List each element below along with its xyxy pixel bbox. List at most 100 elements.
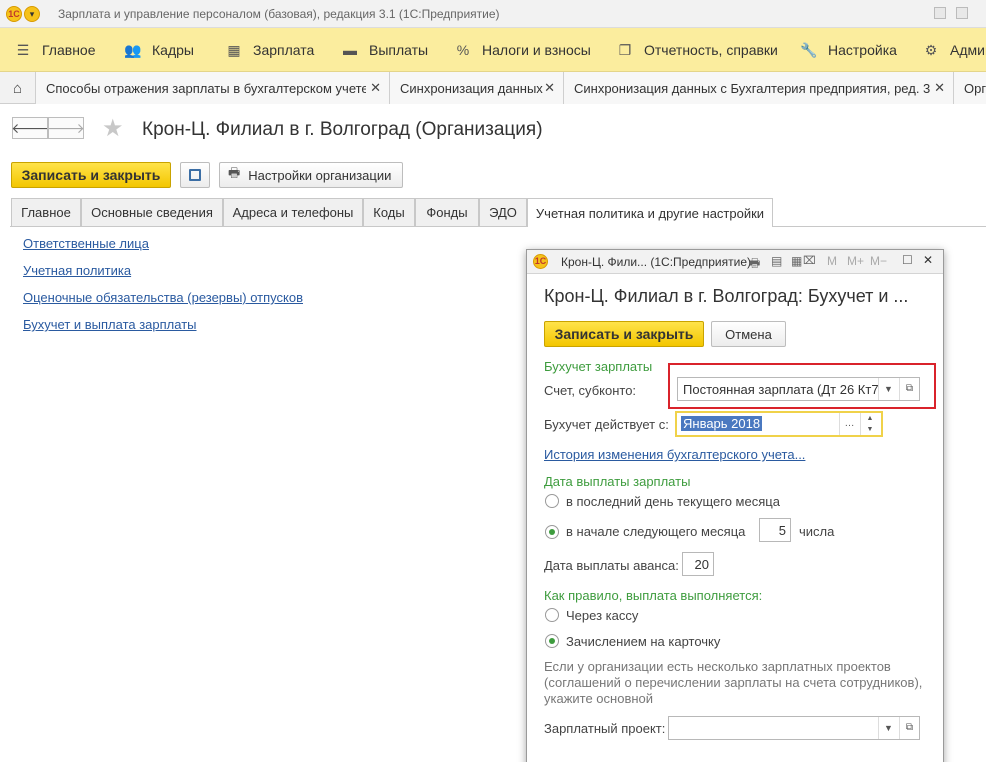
salary-project-field[interactable]: ▼ ⧉ — [668, 716, 920, 740]
home-icon: ⌂ — [12, 79, 23, 97]
chevron-down-icon[interactable]: ▼ — [878, 378, 898, 400]
close-icon[interactable]: ✕ — [370, 80, 381, 96]
main-menu: ☰ Главное 👥 Кадры ▦ Зарплата ▬ Выплаты % Нало… — [0, 28, 986, 72]
choose-icon[interactable]: … — [839, 413, 859, 435]
open-icon[interactable]: ⧉ — [899, 378, 919, 400]
radio-cash[interactable] — [545, 608, 559, 622]
valid-from-label: Бухучет действует с: — [544, 417, 669, 432]
save-button[interactable] — [180, 162, 210, 188]
radio-cash-label: Через кассу — [566, 608, 639, 623]
tab-addresses[interactable]: Адреса и телефоны — [223, 198, 363, 226]
favorite-star-icon[interactable]: ★ — [102, 114, 124, 143]
arrow-left-icon: 🡐 — [11, 119, 49, 136]
save-and-close-button[interactable]: Записать и закрыть — [11, 162, 171, 188]
app-menu-button[interactable]: ▾ — [24, 6, 40, 22]
salary-project-label: Зарплатный проект: — [544, 721, 666, 736]
menu-item-salary[interactable]: ▦ Зарплата — [225, 28, 314, 72]
calc-icon[interactable]: ⌧ — [803, 254, 816, 267]
menu-item-payments[interactable]: ▬ Выплаты — [341, 28, 428, 72]
radio-last-day[interactable] — [545, 494, 559, 508]
section-payroll-accounting: Бухучет зарплаты — [544, 359, 653, 374]
app-logo-icon: 1С — [533, 254, 548, 269]
hamburger-icon: ☰ — [16, 41, 30, 58]
radio-next-month-label: в начале следующего месяца — [566, 524, 746, 539]
payroll-accounting-dialog: 1С Крон-Ц. Фили... (1С:Предприятие) 🖶 ▤ … — [526, 249, 944, 762]
floppy-icon — [189, 169, 201, 181]
advance-label: Дата выплаты аванса: — [544, 558, 679, 573]
memory-plus-icon[interactable]: M+ — [847, 254, 864, 268]
close-icon[interactable]: ✕ — [544, 80, 555, 96]
wallet-icon: ▬ — [343, 42, 357, 58]
tab-divider — [10, 226, 986, 227]
dialog-cancel-button[interactable]: Отмена — [711, 321, 786, 347]
print-icon[interactable]: 🖶 — [749, 254, 760, 275]
radio-card-label: Зачислением на карточку — [566, 634, 721, 649]
printer-icon: 🖶 — [228, 165, 241, 180]
home-button[interactable]: ⌂ — [0, 72, 36, 104]
menu-item-reports[interactable]: ❐ Отчетность, справки — [616, 28, 778, 72]
open-tab-4[interactable]: Организации — [954, 72, 986, 104]
link-accounting-policy[interactable]: Учетная политика — [23, 263, 131, 278]
tab-basic-info[interactable]: Основные сведения — [81, 198, 223, 226]
calendar-icon[interactable]: ▦ — [791, 254, 802, 268]
radio-next-month[interactable] — [545, 525, 559, 539]
save-icon[interactable] — [934, 7, 946, 19]
memory-m-icon[interactable]: M — [827, 254, 837, 268]
menu-item-personnel[interactable]: 👥 Кадры — [124, 28, 194, 72]
link-responsible-persons[interactable]: Ответственные лица — [23, 236, 149, 251]
organization-settings-button[interactable]: 🖶 Настройки организации — [219, 162, 403, 188]
account-subconto-field[interactable]: Постоянная зарплата (Дт 26 Кт70) ▼ ⧉ — [677, 377, 920, 401]
menu-item-settings[interactable]: 🔧 Настройка — [800, 28, 897, 72]
calculator-icon: ▦ — [227, 41, 241, 58]
section-pay-method: Как правило, выплата выполняется: — [544, 588, 763, 603]
open-tab-2[interactable]: Синхронизация данных ✕ — [390, 72, 564, 104]
gear-icon: ⚙ — [924, 41, 938, 58]
percent-icon: % — [456, 42, 470, 58]
app-logo-icon: 1С — [6, 6, 22, 22]
memory-minus-icon[interactable]: M− — [870, 254, 887, 268]
close-icon[interactable]: ✕ — [934, 80, 945, 96]
print-icon[interactable] — [956, 7, 968, 19]
radio-last-day-label: в последний день текущего месяца — [566, 494, 780, 509]
close-icon[interactable]: ✕ — [923, 253, 933, 267]
advance-day-field[interactable]: 20 — [682, 552, 714, 576]
account-label: Счет, субконто: — [544, 383, 637, 398]
tab-edo[interactable]: ЭДО — [479, 198, 527, 226]
section-pay-date: Дата выплаты зарплаты — [544, 474, 691, 489]
pay-day-field[interactable]: 5 — [759, 518, 791, 542]
maximize-icon[interactable]: ☐ — [902, 253, 913, 267]
dialog-save-and-close-button[interactable]: Записать и закрыть — [544, 321, 704, 347]
salary-project-note: Если у организации есть несколько зарпла… — [544, 659, 923, 706]
open-tab-3[interactable]: Синхронизация данных с Бухгалтерия предп… — [564, 72, 954, 104]
dialog-titlebar: 1С Крон-Ц. Фили... (1С:Предприятие) 🖶 ▤ … — [527, 250, 943, 274]
form-title: Крон-Ц. Филиал в г. Волгоград (Организац… — [142, 119, 543, 140]
tab-accounting-policy[interactable]: Учетная политика и другие настройки — [527, 198, 773, 227]
window-titlebar: 1С ▾ Зарплата и управление персоналом (б… — [0, 0, 986, 28]
history-link[interactable]: История изменения бухгалтерского учета..… — [544, 447, 805, 462]
save-icon[interactable]: ▤ — [771, 254, 782, 268]
tab-funds[interactable]: Фонды — [415, 198, 479, 226]
link-vacation-reserves[interactable]: Оценочные обязательства (резервы) отпуск… — [23, 290, 303, 305]
window-title: Зарплата и управление персоналом (базова… — [58, 7, 500, 21]
arrow-right-icon: 🡒 — [47, 119, 85, 136]
tab-main[interactable]: Главное — [11, 198, 81, 226]
spin-icon[interactable]: ▲ ▼ — [860, 413, 879, 435]
back-button[interactable]: 🡐 — [11, 117, 49, 139]
menu-item-main[interactable]: ☰ Главное — [14, 28, 96, 72]
people-icon: 👥 — [124, 41, 142, 58]
radio-card[interactable] — [545, 634, 559, 648]
menu-item-taxes[interactable]: % Налоги и взносы — [454, 28, 591, 72]
open-icon[interactable]: ⧉ — [899, 717, 919, 739]
valid-from-field[interactable]: Январь 2018 … ▲ ▼ — [675, 411, 883, 437]
dialog-window-title: Крон-Ц. Фили... (1С:Предприятие) — [561, 255, 751, 269]
chevron-down-icon[interactable]: ▼ — [878, 717, 898, 739]
open-windows-bar: ⌂ Способы отражения зарплаты в бухгалтер… — [0, 72, 986, 104]
link-payroll-accounting[interactable]: Бухучет и выплата зарплаты — [23, 317, 197, 332]
day-unit-label: числа — [799, 524, 835, 539]
forward-button[interactable]: 🡒 — [47, 117, 85, 139]
open-tab-1[interactable]: Способы отражения зарплаты в бухгалтерск… — [36, 72, 390, 104]
menu-item-administration[interactable]: ⚙Администрирование — [922, 28, 986, 72]
wrench-icon: 🔧 — [800, 41, 818, 58]
tab-codes[interactable]: Коды — [363, 198, 415, 226]
dialog-heading: Крон-Ц. Филиал в г. Волгоград: Бухучет и… — [544, 286, 909, 306]
